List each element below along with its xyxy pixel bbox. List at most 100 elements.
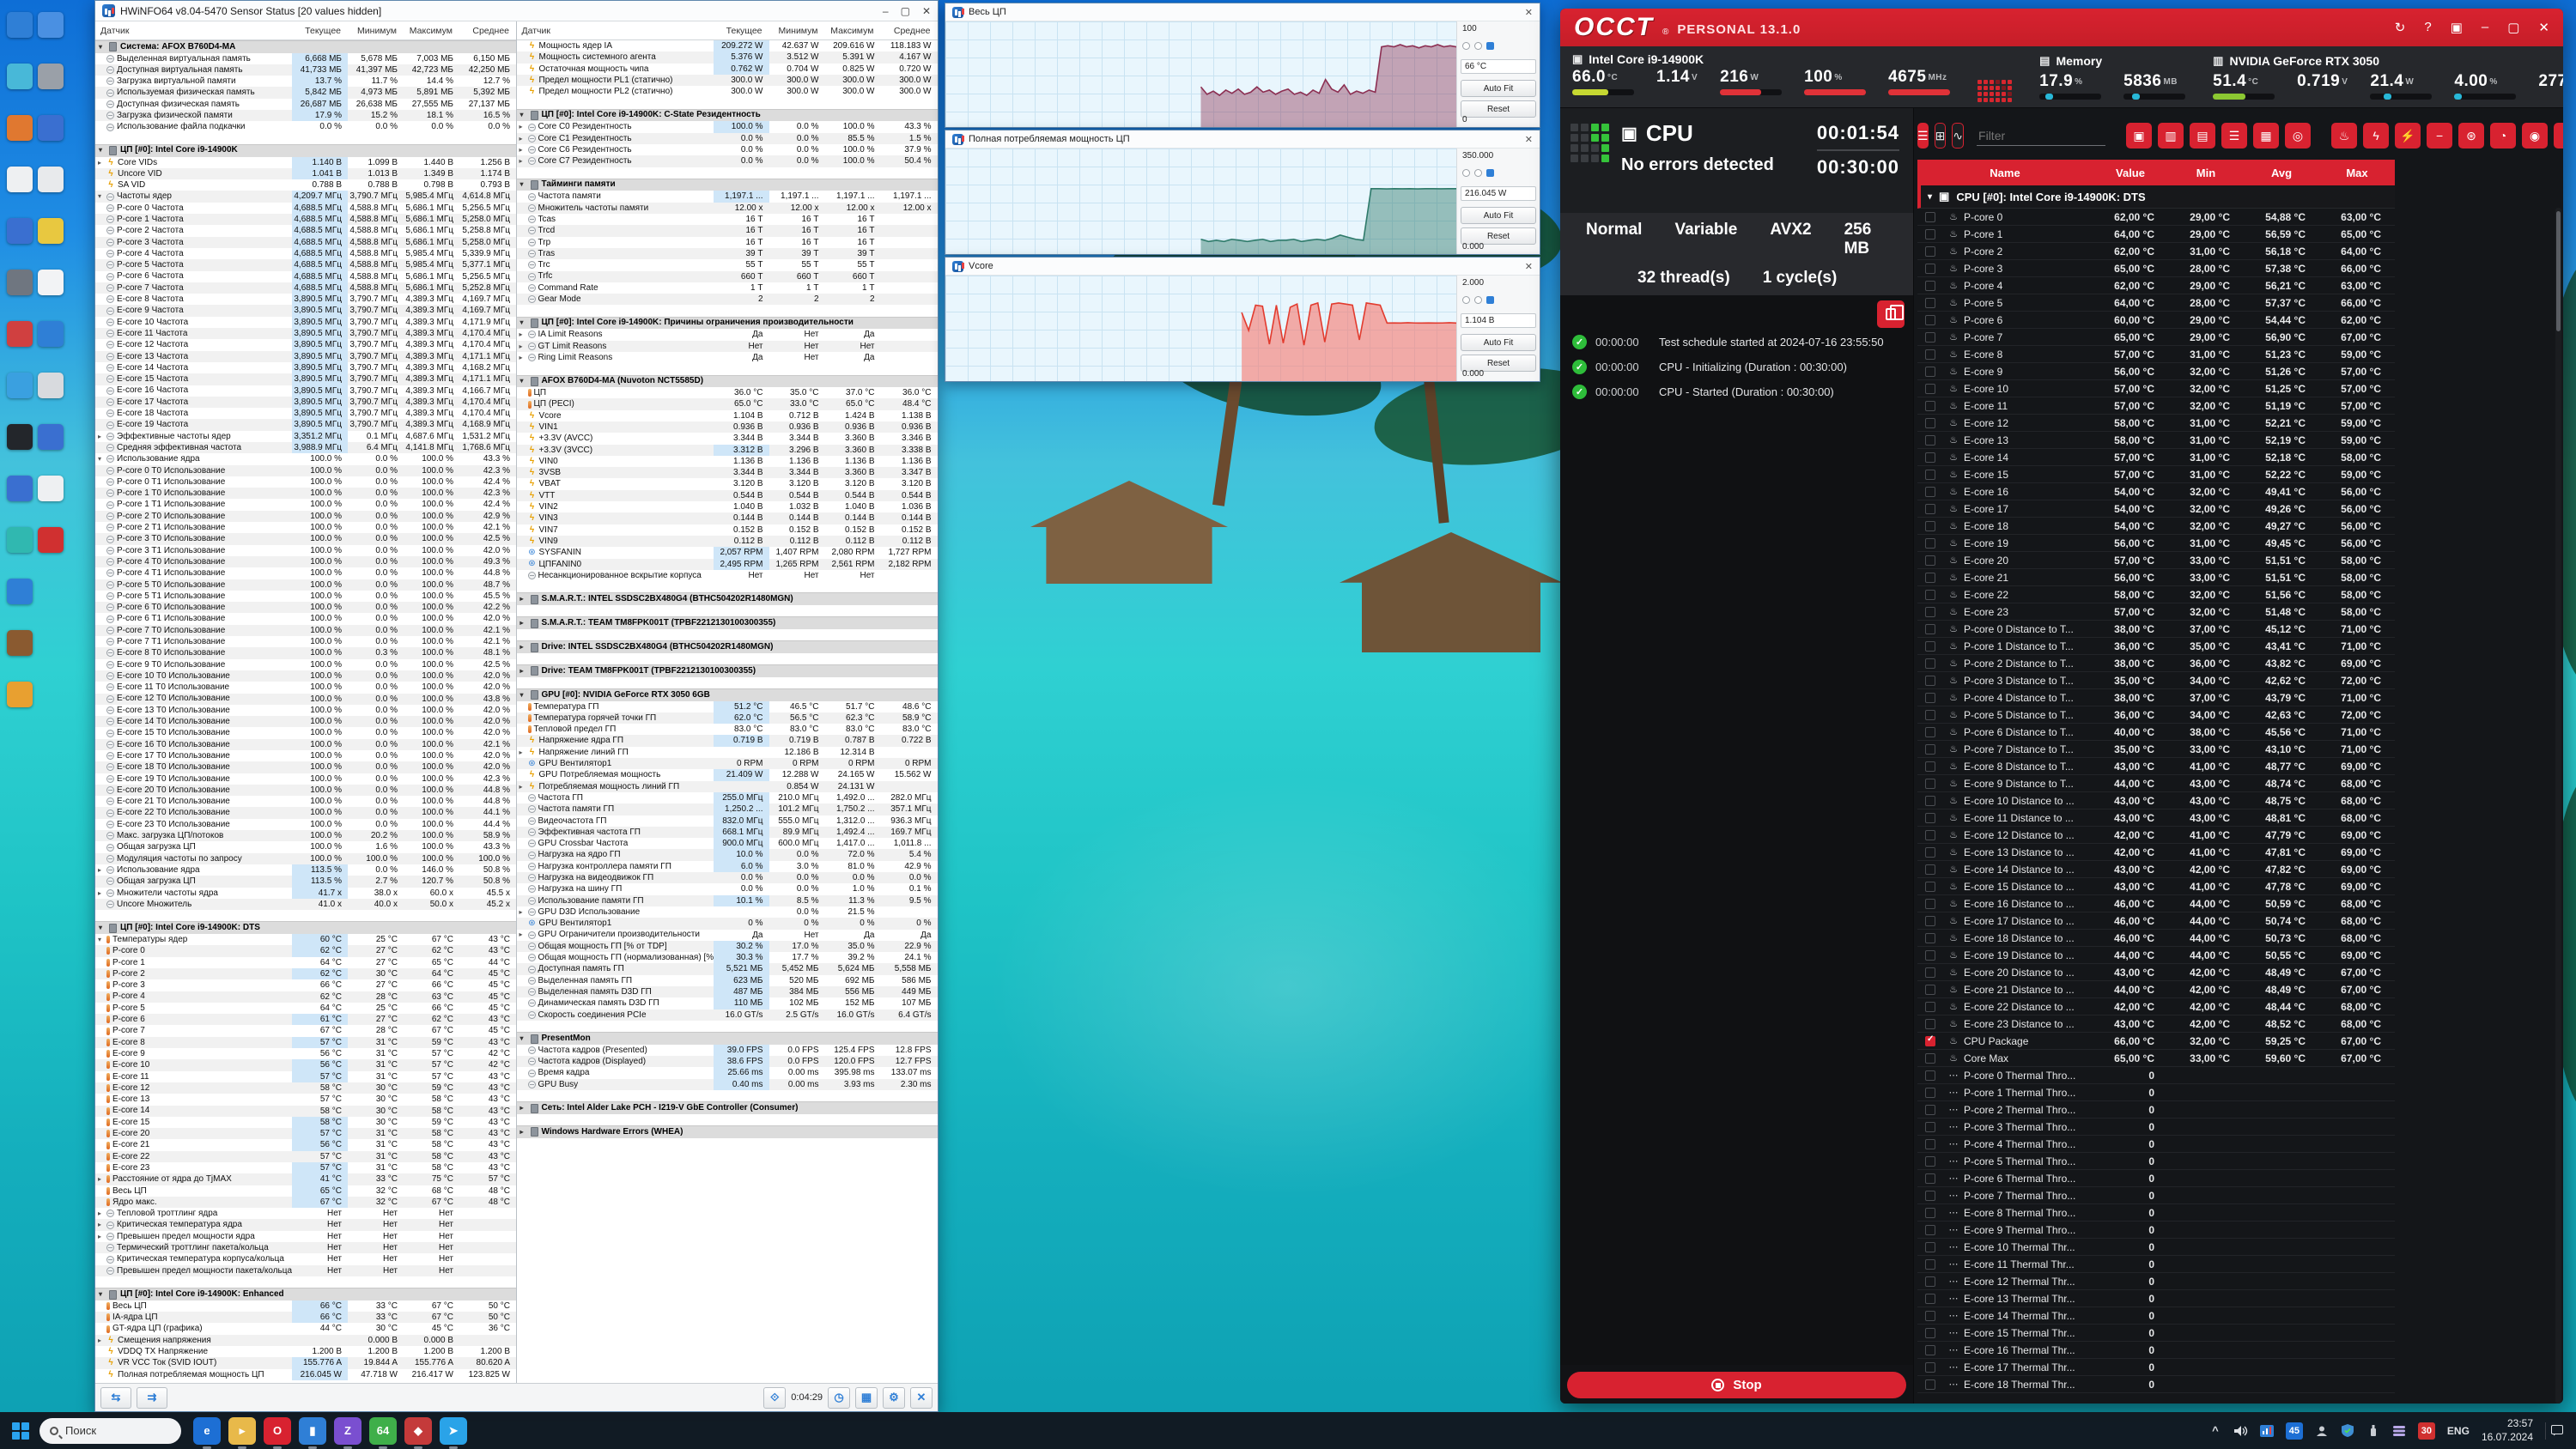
sensor-row[interactable]: E-core 11 Частота3,890.5 МГц3,790.7 МГц4…: [95, 328, 516, 339]
sensor-row[interactable]: Нагрузка на видеодвижок ГП0.0 %0.0 %0.0 …: [517, 872, 939, 883]
graph-window-titlebar[interactable]: Полная потребляемая мощность ЦП✕: [945, 130, 1540, 149]
sensor-row[interactable]: ♨P-core 2 Distance to T...38,00 °C36,00 …: [1917, 655, 2395, 672]
row-checkbox[interactable]: [1925, 315, 1935, 325]
sensor-row[interactable]: E-core 956 °C31 °C57 °C42 °C: [95, 1048, 516, 1059]
row-checkbox[interactable]: [1925, 1208, 1935, 1218]
user-icon[interactable]: [2315, 1425, 2329, 1437]
sensor-row[interactable]: ♨E-core 1358,00 °C31,00 °C52,19 °C59,00 …: [1917, 432, 2395, 449]
row-checkbox[interactable]: [1925, 1139, 1935, 1149]
taskbar-app-icon[interactable]: 64: [369, 1417, 397, 1445]
row-checkbox[interactable]: [1925, 1311, 1935, 1321]
volume-icon[interactable]: [2234, 1425, 2248, 1437]
help-icon[interactable]: ?: [2424, 20, 2431, 35]
sensor-row[interactable]: P-core 1 T0 Использование100.0 %0.0 %100…: [95, 488, 516, 499]
row-checkbox[interactable]: [1925, 298, 1935, 308]
sensor-row[interactable]: P-core 0 T0 Использование100.0 %0.0 %100…: [95, 465, 516, 476]
row-checkbox[interactable]: [1925, 281, 1935, 291]
scale-toggle[interactable]: [1462, 42, 1470, 50]
sensor-row[interactable]: ▸ϟСмещения напряжения0.000 В0.000 В: [95, 1335, 516, 1346]
sensor-row[interactable]: IA-ядра ЦП66 °C33 °C67 °C50 °C: [95, 1312, 516, 1323]
sensor-row[interactable]: ⋯P-core 3 Thermal Thro...0: [1917, 1119, 2395, 1136]
sensor-row[interactable]: E-core 12 T0 Использование100.0 %0.0 %10…: [95, 694, 516, 705]
sensor-row[interactable]: E-core 15 T0 Использование100.0 %0.0 %10…: [95, 727, 516, 738]
sensor-row[interactable]: ϟVDDQ TX Напряжение1.200 В1.200 В1.200 В…: [95, 1346, 516, 1357]
minimize-icon[interactable]: –: [2482, 20, 2488, 35]
sensor-row[interactable]: P-core 4 T1 Использование100.0 %0.0 %100…: [95, 567, 516, 579]
row-checkbox[interactable]: [1925, 1122, 1935, 1132]
sensor-row[interactable]: Термический троттлинг пакета/кольцаНетНе…: [95, 1242, 516, 1253]
sensor-row[interactable]: ▸Эффективные частоты ядер3,351.2 МГц0.1 …: [95, 431, 516, 442]
scale-toggle[interactable]: [1474, 169, 1482, 177]
sensor-row[interactable]: Выделенная память D3D ГП487 МБ384 МБ556 …: [517, 986, 939, 997]
memory-filter-icon[interactable]: ☰: [2221, 123, 2247, 149]
taskbar-app-icon[interactable]: ➤: [440, 1417, 467, 1445]
row-checkbox[interactable]: [1925, 761, 1935, 772]
row-checkbox[interactable]: [1925, 555, 1935, 566]
close-icon[interactable]: ✕: [2538, 20, 2549, 35]
sensor-row[interactable]: ϟ+3.3V (AVCC)3.344 В3.344 В3.360 В3.346 …: [517, 433, 939, 444]
sensor-row[interactable]: Частота памяти1,197.1 ...1,197.1 ...1,19…: [517, 191, 939, 202]
sensor-section-header[interactable]: ▾Система: AFOX B760D4-MA: [95, 40, 516, 53]
sensor-row[interactable]: E-core 10 T0 Использование100.0 %0.0 %10…: [95, 670, 516, 682]
row-checkbox[interactable]: [1925, 899, 1935, 909]
row-checkbox[interactable]: [1925, 229, 1935, 239]
row-checkbox[interactable]: [1925, 1019, 1935, 1029]
row-checkbox[interactable]: [1925, 487, 1935, 497]
sensor-row[interactable]: ⋯P-core 5 Thermal Thro...0: [1917, 1153, 2395, 1170]
sensor-row[interactable]: ▸IA Limit ReasonsДаНетДа: [517, 329, 939, 340]
sensor-row[interactable]: ϟОстаточная мощность чипа0.762 W0.704 W0…: [517, 64, 939, 75]
row-checkbox[interactable]: [1925, 1036, 1935, 1046]
sensor-row[interactable]: P-core 462 °C28 °C63 °C45 °C: [95, 991, 516, 1003]
sensor-section-header[interactable]: ▸Windows Hardware Errors (WHEA): [517, 1125, 939, 1138]
sensor-row[interactable]: ϟМощность системного агента5.376 W3.512 …: [517, 52, 939, 63]
sensor-group-row[interactable]: ▾ ▣ CPU [#0]: Intel Core i9-14900K: DTS: [1917, 185, 2395, 209]
other-filter-icon[interactable]: ◎: [2285, 123, 2311, 149]
sensor-row[interactable]: ϟVIN01.136 В1.136 В1.136 В1.136 В: [517, 456, 939, 467]
storage-stack-icon[interactable]: [2392, 1425, 2406, 1437]
desktop-icon[interactable]: [7, 527, 33, 553]
sensor-row[interactable]: E-core 11 T0 Использование100.0 %0.0 %10…: [95, 682, 516, 693]
sensor-row[interactable]: ♨E-core 2156,00 °C33,00 °C51,51 °C58,00 …: [1917, 569, 2395, 586]
sensor-row[interactable]: ♨E-core 8 Distance to T...43,00 °C41,00 …: [1917, 758, 2395, 775]
desktop-icon[interactable]: [7, 682, 33, 707]
sensor-row[interactable]: E-core 1458 °C30 °C58 °C43 °C: [95, 1106, 516, 1117]
sensor-row[interactable]: P-core 7 Частота4,688.5 МГц4,588.8 МГц5,…: [95, 282, 516, 294]
sensor-row[interactable]: ♨E-core 16 Distance to ...46,00 °C44,00 …: [1917, 895, 2395, 912]
sensor-row[interactable]: ⋯E-core 9 Thermal Thro...0: [1917, 1222, 2395, 1239]
copy-log-button[interactable]: [1877, 300, 1905, 328]
swap-columns-button[interactable]: ⇆: [100, 1387, 131, 1409]
sensor-row[interactable]: ▸Core C7 Резидентность0.0 %0.0 %100.0 %5…: [517, 155, 939, 167]
row-checkbox[interactable]: [1925, 985, 1935, 995]
sensor-row[interactable]: Выделенная память ГП623 МБ520 МБ692 МБ58…: [517, 975, 939, 986]
row-checkbox[interactable]: [1925, 1242, 1935, 1252]
screenshot-icon[interactable]: ▣: [2451, 20, 2463, 35]
sensor-row[interactable]: E-core 20 T0 Использование100.0 %0.0 %10…: [95, 785, 516, 796]
sensor-row[interactable]: P-core 0 T1 Использование100.0 %0.0 %100…: [95, 476, 516, 488]
sensor-row[interactable]: E-core 9 T0 Использование100.0 %0.0 %100…: [95, 659, 516, 670]
sensor-row[interactable]: ♨E-core 1557,00 °C31,00 °C52,22 °C59,00 …: [1917, 466, 2395, 483]
taskbar-app-icon[interactable]: ▸: [228, 1417, 256, 1445]
desktop-icon[interactable]: [7, 218, 33, 244]
row-checkbox[interactable]: [1925, 1362, 1935, 1373]
sensor-row[interactable]: Критическая температура корпуса/кольцаНе…: [95, 1253, 516, 1264]
update-icon[interactable]: ↻: [2395, 20, 2406, 35]
sensor-row[interactable]: Видеочастота ГП832.0 МГц555.0 МГц1,312.0…: [517, 815, 939, 827]
sensor-row[interactable]: Доступная память ГП5,521 МБ5,452 МБ5,624…: [517, 963, 939, 974]
scale-toggle[interactable]: [1486, 296, 1494, 304]
sensor-row[interactable]: ϟПредел мощности PL1 (статично)300.0 W30…: [517, 75, 939, 86]
sensor-row[interactable]: Используемая физическая память5,842 МБ4,…: [95, 87, 516, 98]
sensor-row[interactable]: Uncore Множитель41.0 x40.0 x50.0 x45.2 x: [95, 899, 516, 910]
sensor-row[interactable]: ▸Тепловой троттлинг ядраНетНетНет: [95, 1208, 516, 1219]
sensor-row[interactable]: ♨E-core 14 Distance to ...43,00 °C42,00 …: [1917, 861, 2395, 878]
sensor-row[interactable]: Эффективная частота ГП668.1 МГц89.9 МГц1…: [517, 827, 939, 838]
desktop-icon[interactable]: [7, 630, 33, 656]
minimize-icon[interactable]: –: [883, 5, 889, 17]
sensor-row[interactable]: Trfc660 Т660 Т660 Т: [517, 271, 939, 282]
desktop-icon[interactable]: [7, 64, 33, 89]
row-checkbox[interactable]: [1925, 693, 1935, 703]
sensor-row[interactable]: ⊛GPU Вентилятор10 RPM0 RPM0 RPM0 RPM: [517, 758, 939, 769]
sensor-row[interactable]: ▸GPU Ограничители производительностиДаНе…: [517, 930, 939, 941]
sensor-row[interactable]: ♨E-core 15 Distance to ...43,00 °C41,00 …: [1917, 878, 2395, 895]
sensor-row[interactable]: E-core 23 T0 Использование100.0 %0.0 %10…: [95, 819, 516, 830]
voltage-filter-icon[interactable]: ϟ: [2363, 123, 2389, 149]
